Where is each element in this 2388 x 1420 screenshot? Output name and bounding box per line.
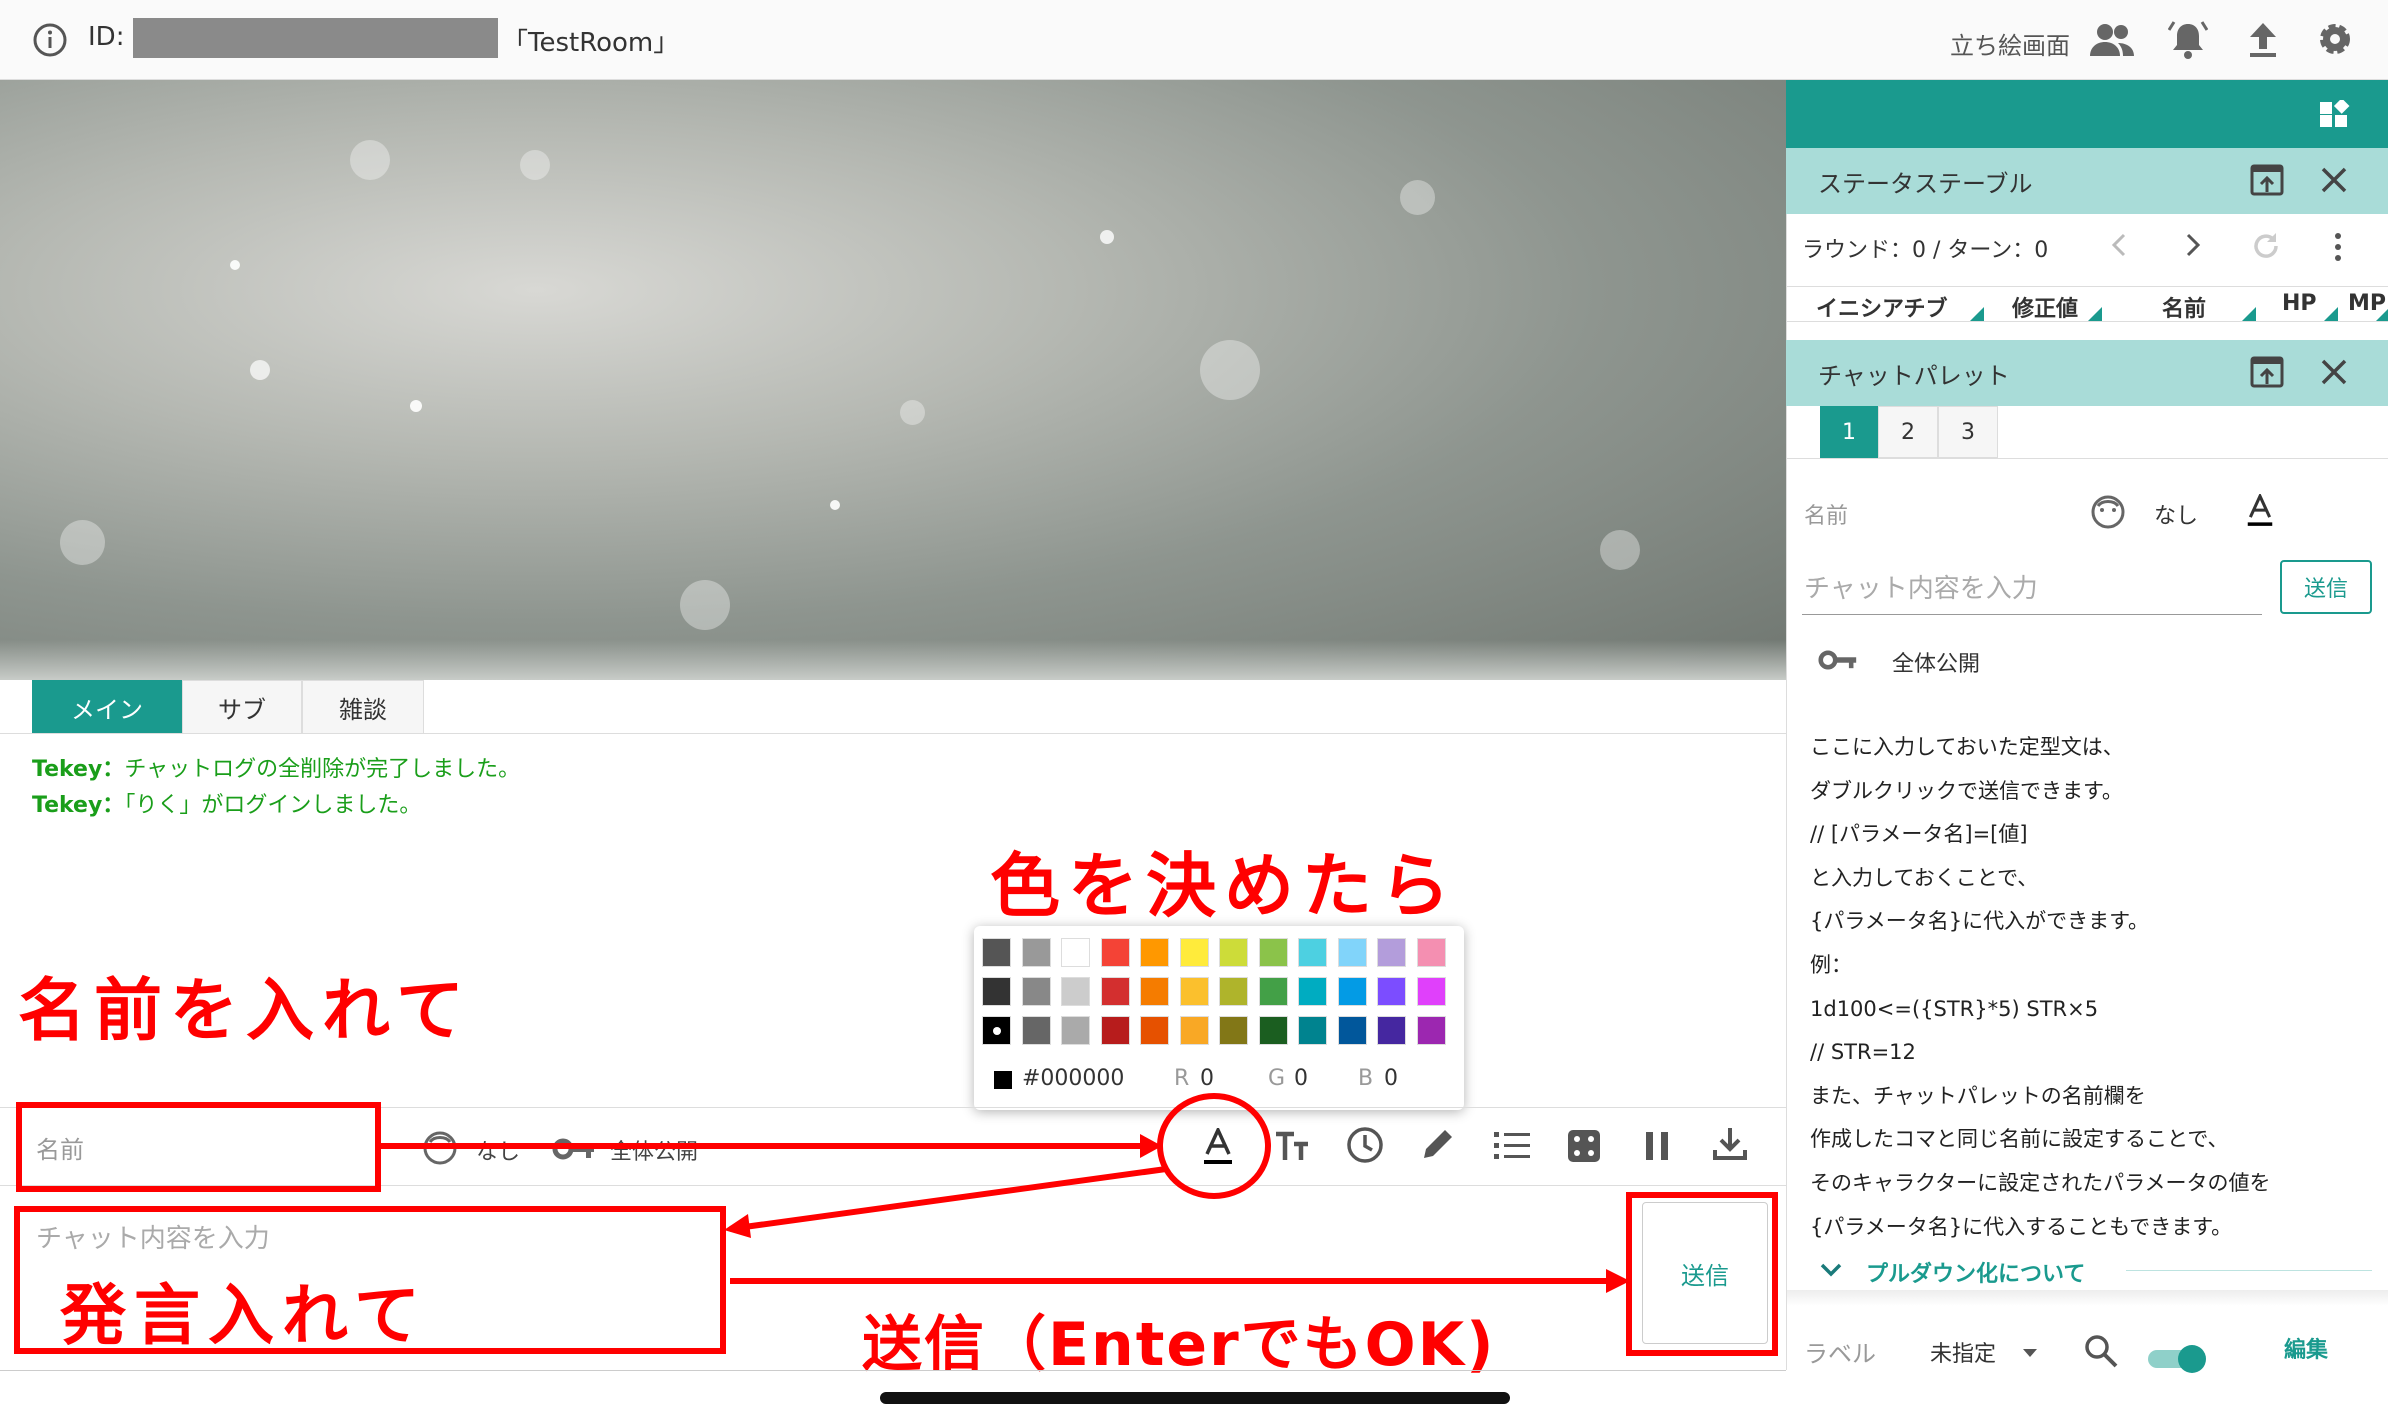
palette-footer-fade — [1786, 1290, 2388, 1306]
status-table-title: ステータステーブル — [1818, 170, 2033, 198]
palette-send-button[interactable]: 送信 — [2280, 560, 2372, 614]
palette-lines: ここに入力しておいた定型文は、 ダブルクリックで送信できます。 // [パラメー… — [1810, 726, 2380, 1249]
palette-line[interactable]: 例： — [1810, 944, 2380, 988]
prev-turn-icon[interactable] — [2110, 232, 2128, 258]
palette-line[interactable]: // [パラメータ名]=[値] — [1810, 813, 2380, 857]
palette-line[interactable]: また、チャットパレットの名前欄を — [1810, 1075, 2380, 1119]
palette-avatar-label: なし — [2154, 504, 2199, 529]
select-arrow-icon[interactable] — [2022, 1348, 2038, 1358]
right-panel-toolbar — [1786, 80, 2388, 148]
palette-name-input[interactable]: 名前 — [1804, 498, 1848, 530]
widgets-icon[interactable] — [2320, 100, 2350, 130]
palette-chat-input[interactable]: チャット内容を入力 — [1804, 568, 2038, 605]
next-turn-icon[interactable] — [2184, 232, 2202, 258]
dropdown-section-divider — [2126, 1270, 2372, 1271]
palette-line[interactable]: と入力しておくことで、 — [1810, 857, 2380, 901]
label-select[interactable]: 未指定 — [1930, 1336, 1996, 1368]
more-vert-icon[interactable] — [2334, 232, 2342, 262]
popout-icon[interactable] — [2250, 164, 2284, 196]
palette-line[interactable]: // STR=12 — [1810, 1031, 2380, 1075]
palette-tab-3[interactable]: 3 — [1938, 406, 1998, 458]
key-icon[interactable] — [1818, 648, 1858, 672]
dropdown-section-title[interactable]: プルダウン化について — [1866, 1256, 2085, 1288]
toggle-switch[interactable] — [2144, 1342, 2210, 1374]
reset-icon[interactable] — [2250, 230, 2282, 262]
label-caption: ラベル — [1804, 1340, 1876, 1368]
home-indicator — [880, 1392, 1510, 1404]
bottom-divider — [0, 1370, 1786, 1371]
palette-line[interactable]: そのキャラクターに設定されたパラメータの値を — [1810, 1162, 2380, 1206]
close-icon[interactable] — [2320, 358, 2348, 386]
status-columns: イニシアチブ 修正値 名前 HP MP — [1786, 286, 2388, 322]
avatar-face-icon[interactable] — [2090, 494, 2126, 530]
palette-line[interactable]: 1d100<=({STR}*5) STR×5 — [1810, 988, 2380, 1032]
chat-palette-title: チャットパレット — [1818, 362, 2010, 390]
palette-line[interactable]: {パラメータ名}に代入することもできます。 — [1810, 1206, 2380, 1250]
palette-chat-underline — [1802, 614, 2262, 615]
palette-tabs-divider — [1786, 458, 2388, 459]
palette-visibility[interactable]: 全体公開 — [1892, 646, 1980, 678]
status-table-header: ステータステーブル — [1786, 148, 2388, 214]
palette-line[interactable]: ダブルクリックで送信できます。 — [1810, 770, 2380, 814]
popout-icon[interactable] — [2250, 356, 2284, 388]
search-icon[interactable] — [2084, 1334, 2118, 1368]
palette-send-label: 送信 — [2303, 577, 2348, 602]
text-color-icon[interactable] — [2246, 494, 2274, 528]
palette-line[interactable]: ここに入力しておいた定型文は、 — [1810, 726, 2380, 770]
palette-tab-2[interactable]: 2 — [1878, 406, 1938, 458]
palette-tab-1[interactable]: 1 — [1820, 406, 1878, 458]
chat-palette-header: チャットパレット — [1786, 340, 2388, 406]
palette-line[interactable]: 作成したコマと同じ名前に設定することで、 — [1810, 1118, 2380, 1162]
palette-line[interactable]: {パラメータ名}に代入ができます。 — [1810, 900, 2380, 944]
edit-button[interactable]: 編集 — [2284, 1332, 2328, 1364]
close-icon[interactable] — [2320, 166, 2348, 194]
round-turn-label: ラウンド：0 / ターン：0 — [1802, 238, 2049, 263]
chevron-down-icon[interactable] — [1820, 1262, 1842, 1278]
